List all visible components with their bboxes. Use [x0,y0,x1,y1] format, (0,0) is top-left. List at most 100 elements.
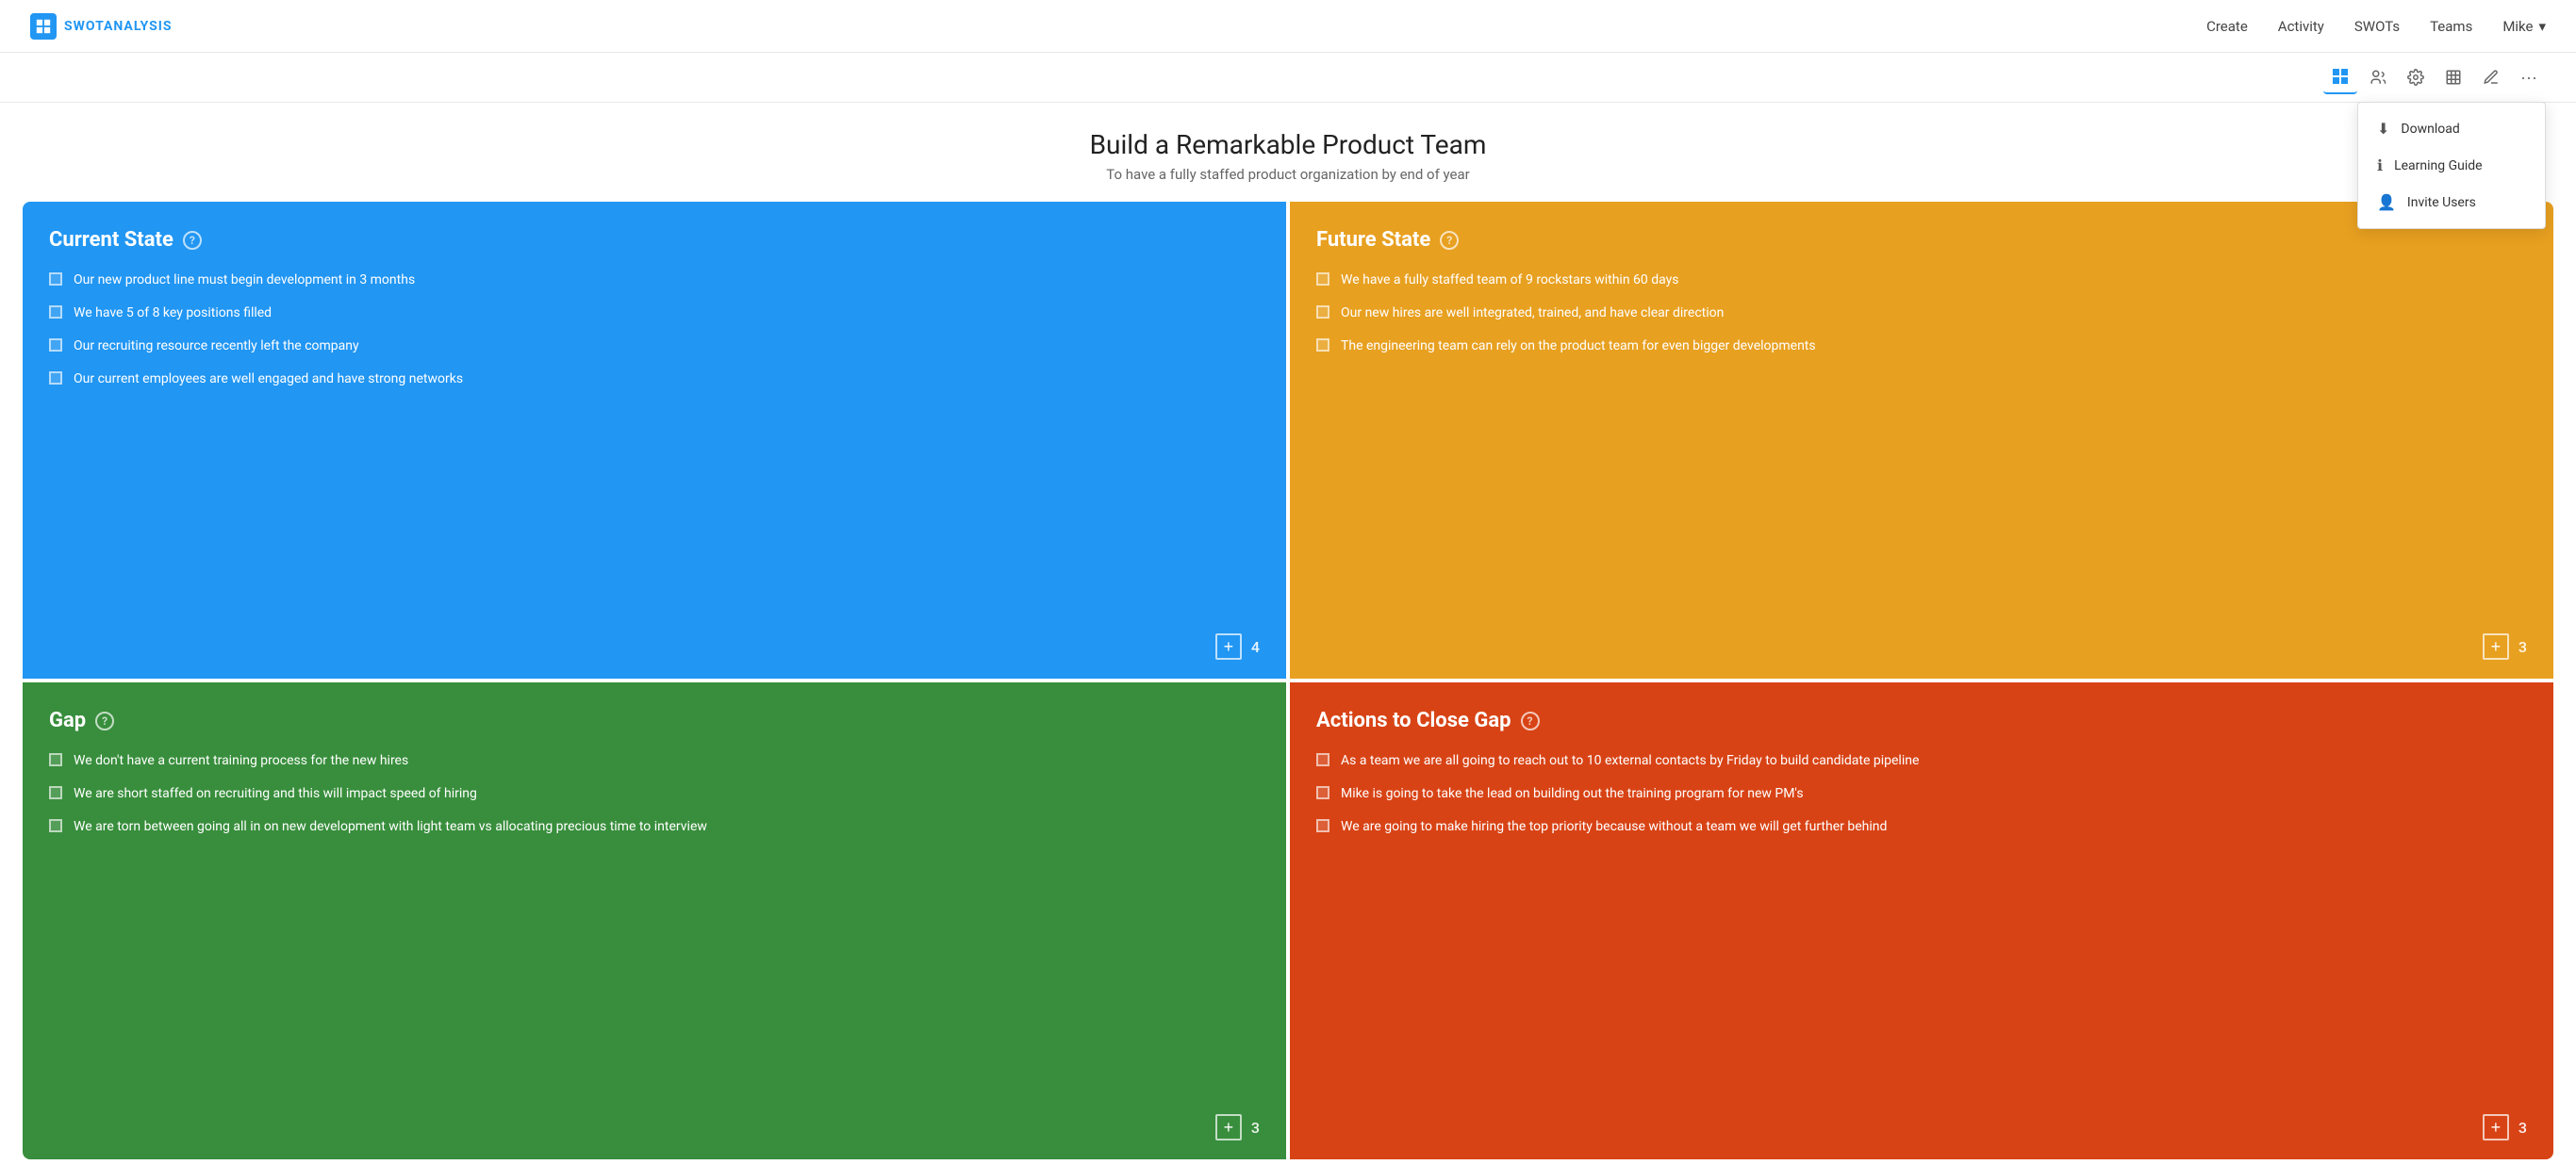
current-title-row: Current State ? [49,228,1260,252]
bullet-icon [49,371,62,385]
page-subtitle: To have a fully staffed product organiza… [19,166,2557,183]
page-header: Build a Remarkable Product Team To have … [0,103,2576,202]
item-text: Our current employees are well engaged a… [74,369,463,389]
future-state-quadrant: Future State ? We have a fully staffed t… [1290,202,2553,679]
main-nav: Create Activity SWOTs Teams Mike ▾ [2206,18,2546,35]
list-item: The engineering team can rely on the pro… [1316,336,2527,356]
gap-add-button[interactable]: + [1215,1114,1242,1140]
future-state-title: Future State [1316,228,1430,252]
item-text: Mike is going to take the lead on buildi… [1341,784,1804,804]
actions-add-button[interactable]: + [2483,1114,2509,1140]
list-item: Mike is going to take the lead on buildi… [1316,784,2527,804]
bullet-icon [49,786,62,799]
dropdown-menu: ⬇ Download ℹ Learning Guide 👤 Invite Use… [2357,102,2546,229]
bullet-icon [49,819,62,832]
gap-title: Gap [49,709,86,732]
actions-quadrant: Actions to Close Gap ? As a team we are … [1290,682,2553,1159]
current-state-count: 4 [1251,638,1260,656]
item-text: We are torn between going all in on new … [74,817,707,837]
people-view-button[interactable] [2361,60,2395,94]
user-add-icon: 👤 [2377,193,2396,211]
nav-teams[interactable]: Teams [2430,18,2472,35]
frame-button[interactable] [2436,60,2470,94]
nav-create[interactable]: Create [2206,18,2248,35]
item-text: As a team we are all going to reach out … [1341,751,1919,771]
invite-users-label: Invite Users [2407,195,2476,210]
learning-guide-label: Learning Guide [2394,158,2483,173]
current-state-help[interactable]: ? [183,231,202,250]
list-item: Our current employees are well engaged a… [49,369,1260,389]
gap-help[interactable]: ? [95,712,114,730]
header: SWOTANALYSIS Create Activity SWOTs Teams… [0,0,2576,53]
item-text: Our new product line must begin developm… [74,271,415,290]
list-item: We are going to make hiring the top prio… [1316,817,2527,837]
logo-text: SWOTANALYSIS [64,19,172,34]
gap-quadrant: Gap ? We don't have a current training p… [23,682,1286,1159]
list-item: Our new product line must begin developm… [49,271,1260,290]
bullet-icon [1316,819,1329,832]
future-state-count: 3 [2518,638,2527,656]
invite-users-menu-item[interactable]: 👤 Invite Users [2358,184,2545,221]
list-item: We have 5 of 8 key positions filled [49,304,1260,323]
item-text: We are going to make hiring the top prio… [1341,817,1887,837]
item-text: Our new hires are well integrated, train… [1341,304,1724,323]
actions-help[interactable]: ? [1521,712,1540,730]
gap-count: 3 [1251,1119,1260,1137]
bullet-icon [1316,786,1329,799]
bullet-icon [1316,272,1329,286]
user-menu[interactable]: Mike ▾ [2502,18,2546,35]
current-state-items: Our new product line must begin developm… [49,271,1260,618]
item-text: We have 5 of 8 key positions filled [74,304,272,323]
logo-icon [30,13,57,40]
download-icon: ⬇ [2377,120,2389,138]
future-state-items: We have a fully staffed team of 9 rockst… [1316,271,2527,618]
learning-guide-menu-item[interactable]: ℹ Learning Guide [2358,147,2545,184]
list-item: Our new hires are well integrated, train… [1316,304,2527,323]
item-text: We are short staffed on recruiting and t… [74,784,477,804]
bullet-icon [49,753,62,766]
bullet-icon [1316,305,1329,319]
actions-count: 3 [2518,1119,2527,1137]
list-item: We have a fully staffed team of 9 rockst… [1316,271,2527,290]
bullet-icon [49,305,62,319]
actions-items: As a team we are all going to reach out … [1316,751,2527,1099]
current-state-title: Current State [49,228,173,252]
list-item: We are torn between going all in on new … [49,817,1260,837]
logo-area: SWOTANALYSIS [30,13,172,40]
nav-activity[interactable]: Activity [2278,18,2324,35]
list-item: We don't have a current training process… [49,751,1260,771]
page-title: Build a Remarkable Product Team [19,129,2557,160]
chevron-down-icon: ▾ [2538,18,2546,35]
current-state-quadrant: Current State ? Our new product line mus… [23,202,1286,679]
actions-title: Actions to Close Gap [1316,709,1511,732]
nav-swots[interactable]: SWOTs [2354,18,2400,35]
future-state-footer: + 3 [1316,633,2527,660]
bullet-icon [1316,753,1329,766]
item-text: The engineering team can rely on the pro… [1341,336,1816,356]
gap-items: We don't have a current training process… [49,751,1260,1099]
swot-grid: Current State ? Our new product line mus… [23,202,2553,1159]
bullet-icon [49,272,62,286]
item-text: We don't have a current training process… [74,751,408,771]
future-state-help[interactable]: ? [1440,231,1459,250]
actions-footer: + 3 [1316,1114,2527,1140]
grid-view-button[interactable] [2323,60,2357,94]
toolbar: ··· ⬇ Download ℹ Learning Guide 👤 Invite… [0,53,2576,103]
future-title-row: Future State ? [1316,228,2527,252]
actions-title-row: Actions to Close Gap ? [1316,709,2527,732]
bullet-icon [49,338,62,352]
download-menu-item[interactable]: ⬇ Download [2358,110,2545,147]
list-item: As a team we are all going to reach out … [1316,751,2527,771]
edit-button[interactable] [2474,60,2508,94]
list-item: We are short staffed on recruiting and t… [49,784,1260,804]
item-text: We have a fully staffed team of 9 rockst… [1341,271,1678,290]
settings-button[interactable] [2399,60,2433,94]
gap-footer: + 3 [49,1114,1260,1140]
item-text: Our recruiting resource recently left th… [74,336,359,356]
future-state-add-button[interactable]: + [2483,633,2509,660]
more-button[interactable]: ··· [2512,60,2546,94]
download-label: Download [2401,122,2459,137]
bullet-icon [1316,338,1329,352]
gap-title-row: Gap ? [49,709,1260,732]
current-state-add-button[interactable]: + [1215,633,1242,660]
